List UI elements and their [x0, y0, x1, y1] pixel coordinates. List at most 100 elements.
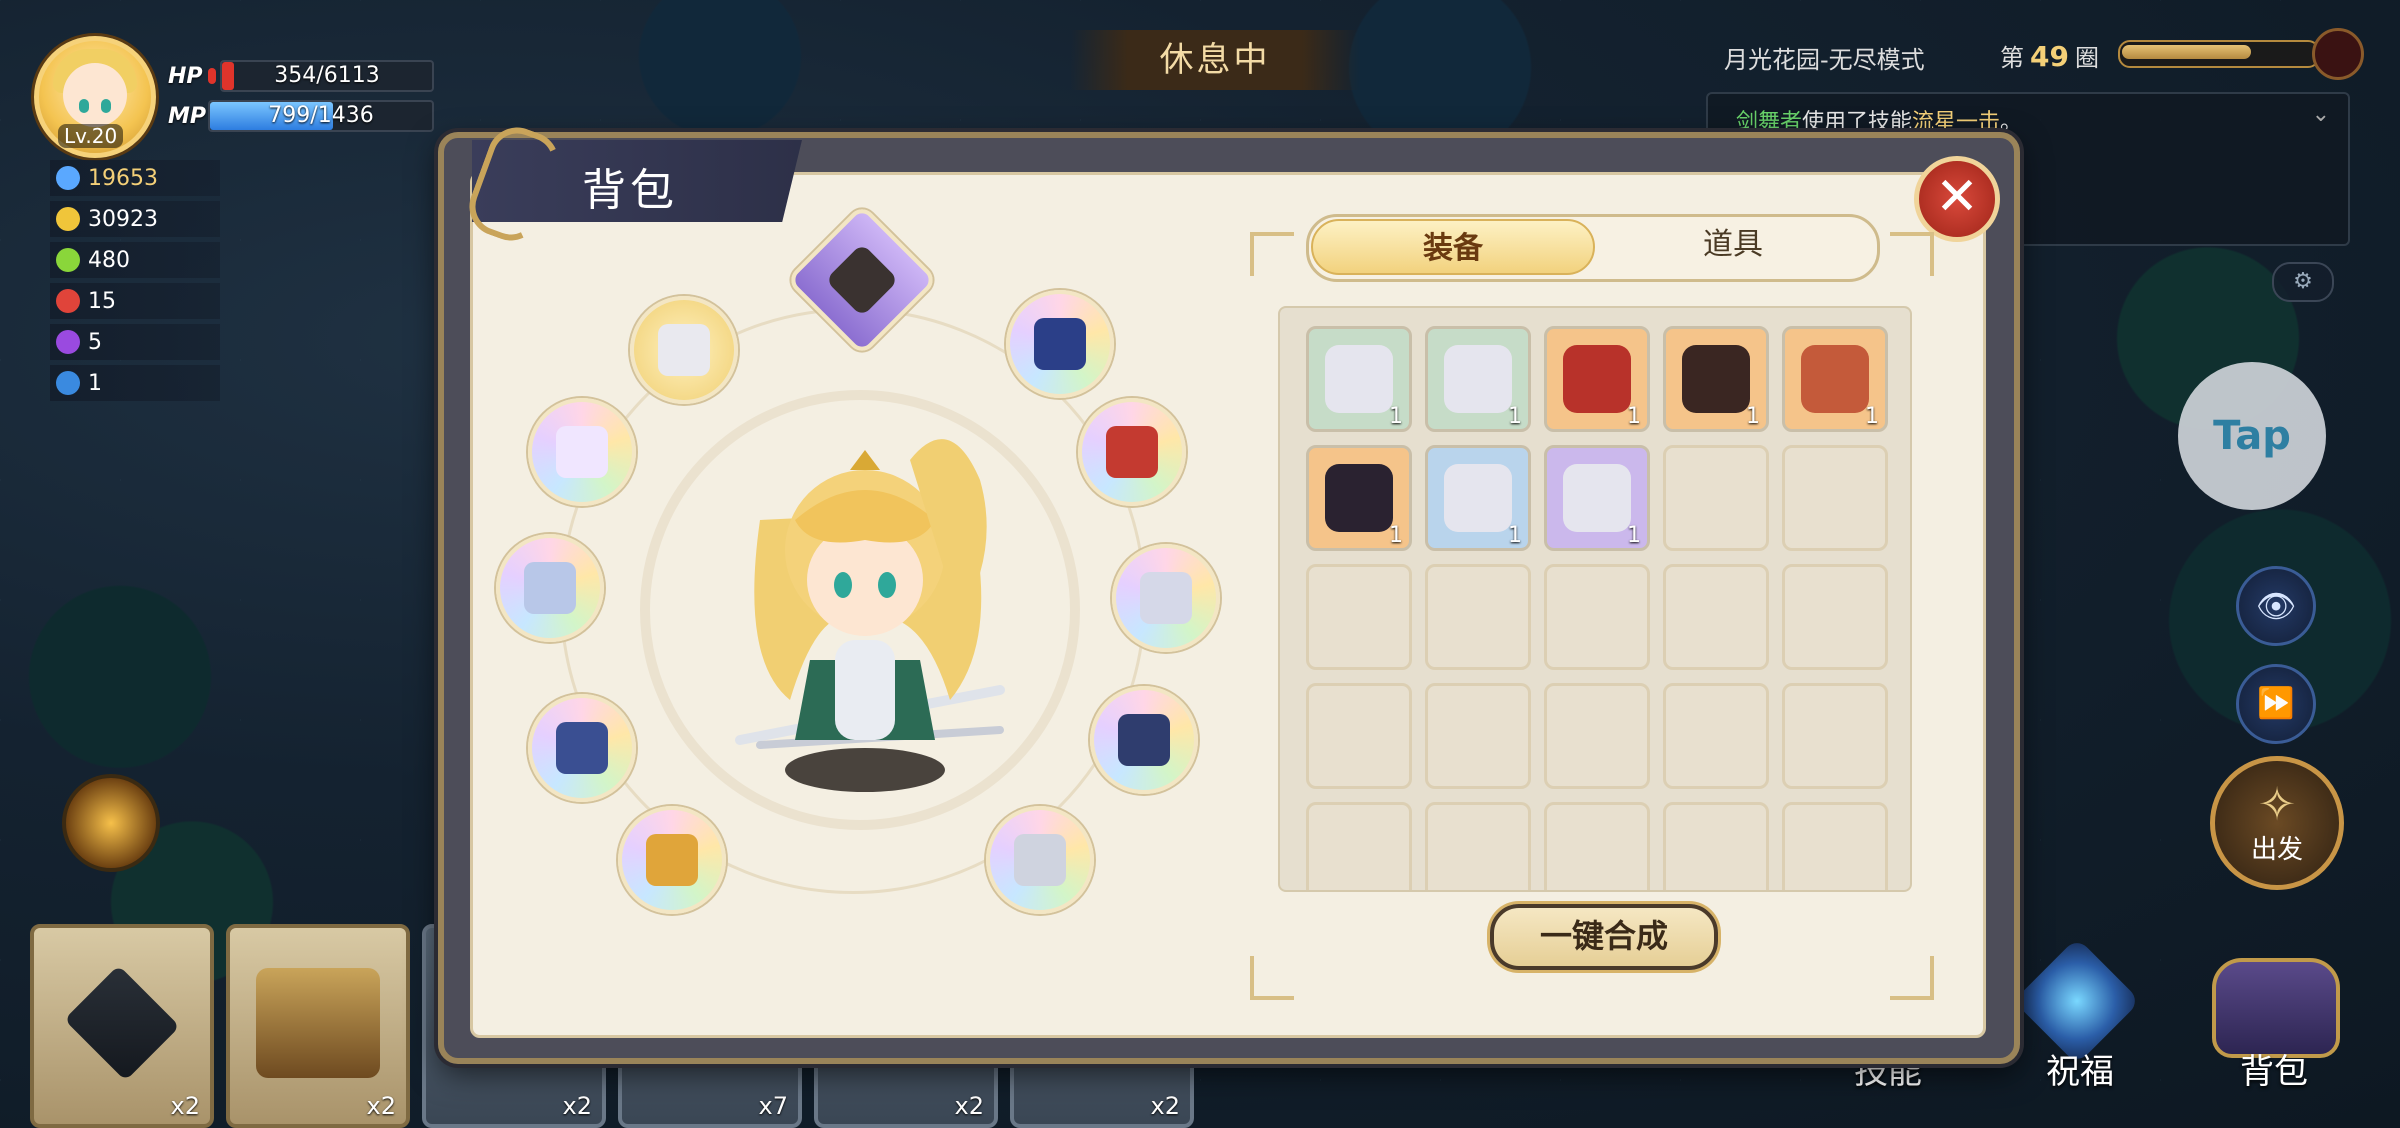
empty-slot[interactable]: [1663, 683, 1769, 789]
mode-title: 月光花园-无尽模式: [1724, 46, 1925, 74]
log-end: 。: [2000, 110, 2023, 135]
hp-text: 354/6113: [274, 63, 380, 88]
card-count: x2: [366, 1092, 396, 1120]
resource-coin: 30923: [50, 201, 220, 237]
slot-armor[interactable]: [496, 534, 604, 642]
empty-slot[interactable]: [1425, 802, 1531, 890]
depart-button[interactable]: ✧ 出发: [2210, 756, 2344, 890]
card-count: x2: [954, 1092, 984, 1120]
sword-icon: [56, 166, 80, 190]
equipment-icon: [646, 834, 698, 886]
tab-equipment[interactable]: 装备: [1311, 219, 1595, 275]
building-card[interactable]: x2: [226, 924, 410, 1128]
tab-blessing[interactable]: 祝福: [2046, 1044, 2114, 1093]
inventory-item[interactable]: 1: [1544, 326, 1650, 432]
mp-row: MP 799/1436: [168, 100, 434, 132]
wave-progress-fill: [2122, 45, 2251, 59]
demon-purple-icon: [56, 330, 80, 354]
empty-slot[interactable]: [1425, 683, 1531, 789]
slot-bracelet[interactable]: [528, 694, 636, 802]
tab-bag[interactable]: 背包: [2240, 1044, 2308, 1093]
slot-ring-left[interactable]: [528, 398, 636, 506]
rest-status: 休息中: [1070, 30, 1360, 90]
empty-slot[interactable]: [1782, 445, 1888, 551]
empty-slot[interactable]: [1782, 564, 1888, 670]
empty-slot[interactable]: [1544, 564, 1650, 670]
slot-belt[interactable]: [1090, 686, 1198, 794]
empty-slot[interactable]: [1782, 802, 1888, 890]
synthesize-all-button[interactable]: 一键合成: [1490, 904, 1718, 970]
skill-orb-icon[interactable]: [62, 774, 160, 872]
empty-slot[interactable]: [1663, 564, 1769, 670]
depart-label: 出发: [2250, 835, 2303, 865]
avatar-eye-left: [79, 99, 89, 113]
building-card[interactable]: x2: [30, 924, 214, 1128]
tile-icon: [64, 965, 180, 1081]
inventory-item[interactable]: 1: [1782, 326, 1888, 432]
frame-corner: [1250, 956, 1294, 1000]
inventory-item[interactable]: 1: [1306, 445, 1412, 551]
tap-button[interactable]: Tap: [2178, 362, 2326, 510]
item-count: 1: [1508, 523, 1522, 548]
empty-slot[interactable]: [1544, 802, 1650, 890]
chevron-down-icon[interactable]: ⌄: [2312, 102, 2330, 127]
inventory-item[interactable]: 1: [1663, 326, 1769, 432]
inventory-item[interactable]: 1: [1425, 445, 1531, 551]
bag-icon[interactable]: [2212, 958, 2340, 1058]
chest-icon: [256, 968, 380, 1078]
equipment-icon: [556, 426, 608, 478]
empty-slot[interactable]: [1306, 564, 1412, 670]
slot-necklace[interactable]: [1006, 290, 1114, 398]
equipment-icon: [658, 324, 710, 376]
item-count: 1: [1865, 404, 1879, 429]
card-count: x2: [562, 1092, 592, 1120]
empty-slot[interactable]: [1663, 802, 1769, 890]
item-count: 1: [1627, 404, 1641, 429]
boss-icon[interactable]: [2312, 28, 2364, 80]
mp-text: 799/1436: [268, 103, 374, 128]
empty-slot[interactable]: [1544, 683, 1650, 789]
mp-label: MP: [168, 103, 207, 129]
settings-gear-icon[interactable]: ⚙: [2272, 262, 2334, 302]
empty-slot[interactable]: [1663, 445, 1769, 551]
equipment-icon: [1444, 345, 1512, 413]
empty-slot[interactable]: [1306, 802, 1412, 890]
resource-question: 1: [50, 365, 220, 401]
compass-icon: ✧: [2257, 777, 2297, 831]
gem-icon: [56, 248, 80, 272]
question-icon: [56, 371, 80, 395]
equipment-icon: [1014, 834, 1066, 886]
frame-corner: [1250, 232, 1294, 276]
equipment-icon: [556, 722, 608, 774]
inventory-item[interactable]: 1: [1425, 326, 1531, 432]
resource-value: 480: [88, 247, 130, 273]
mp-bar: 799/1436: [208, 100, 434, 132]
eye-icon[interactable]: 👁: [2236, 566, 2316, 646]
wave-counter: 第 49 圈: [2000, 38, 2099, 73]
empty-slot[interactable]: [1306, 683, 1412, 789]
empty-slot[interactable]: [1425, 564, 1531, 670]
equipment-icon: [1034, 318, 1086, 370]
tab-items[interactable]: 道具: [1593, 217, 1873, 273]
frame-corner: [1890, 956, 1934, 1000]
close-button[interactable]: ✕: [1914, 156, 2000, 242]
equipment-icon: [1118, 714, 1170, 766]
inventory-item[interactable]: 1: [1306, 326, 1412, 432]
slot-boots[interactable]: [1112, 544, 1220, 652]
inventory-item[interactable]: 1: [1544, 445, 1650, 551]
slot-sword[interactable]: [618, 806, 726, 914]
fast-forward-icon[interactable]: ⏩: [2236, 664, 2316, 744]
slot-cloak[interactable]: [1078, 398, 1186, 506]
equipment-icon: [1325, 345, 1393, 413]
hp-label: HP: [168, 63, 203, 89]
empty-slot[interactable]: [1782, 683, 1888, 789]
inventory-grid: 1 1 1 1 1 1 1 1: [1278, 306, 1912, 892]
resource-gem: 480: [50, 242, 220, 278]
resource-value: 19653: [88, 165, 158, 191]
slot-shoulder[interactable]: [630, 296, 738, 404]
slot-gauntlet[interactable]: [986, 806, 1094, 914]
equipment-icon: [825, 243, 899, 317]
demon-red-icon: [56, 289, 80, 313]
resource-value: 15: [88, 288, 116, 314]
item-count: 1: [1389, 404, 1403, 429]
